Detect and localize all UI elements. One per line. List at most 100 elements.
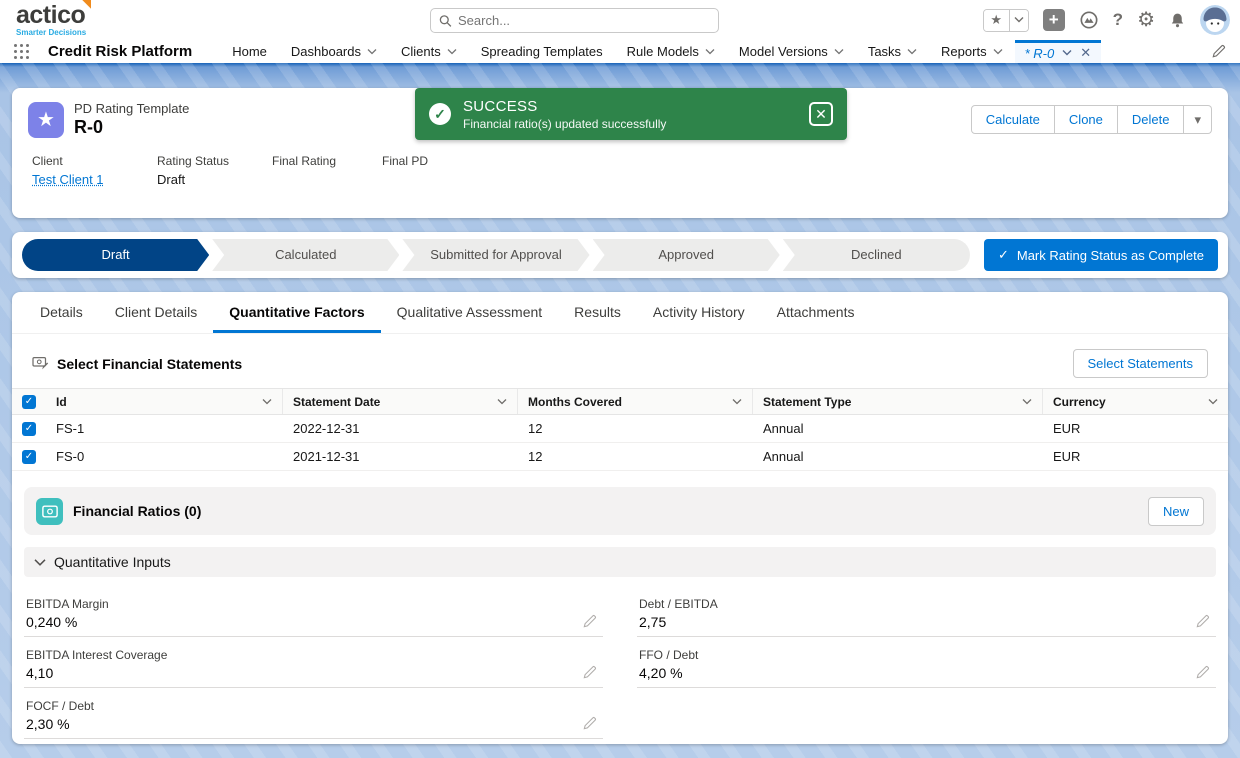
actico-logo: actico Smarter Decisions xyxy=(16,3,86,37)
quantitative-inputs-toggle[interactable]: Quantitative Inputs xyxy=(24,547,1216,577)
column-header-statement-type[interactable]: Statement Type xyxy=(753,389,1043,414)
tab-quantitative-factors[interactable]: Quantitative Factors xyxy=(213,292,380,333)
nav-item-label: Dashboards xyxy=(291,44,361,59)
favorites-dropdown-icon[interactable] xyxy=(1009,10,1028,31)
tab-details[interactable]: Details xyxy=(24,292,99,333)
input-field-label: FOCF / Debt xyxy=(26,699,577,713)
record-type-label: PD Rating Template xyxy=(74,101,189,116)
column-header-currency[interactable]: Currency xyxy=(1043,389,1228,414)
statements-section-header: Select Financial Statements Select State… xyxy=(32,349,1208,378)
help-icon[interactable]: ? xyxy=(1113,10,1123,30)
app-root: { "colors":{ "accent":"#0176d3","success… xyxy=(0,0,1240,758)
toast-message: Financial ratio(s) updated successfully xyxy=(463,117,666,131)
nav-chevron-icon xyxy=(834,49,844,55)
input-field-label: Debt / EBITDA xyxy=(639,597,1190,611)
app-name: Credit Risk Platform xyxy=(48,43,192,60)
global-search[interactable] xyxy=(430,8,719,33)
clone-button[interactable]: Clone xyxy=(1055,105,1118,134)
input-field-ffo-debt: FFO / Debt 4,20 % xyxy=(637,648,1216,688)
row-checkbox[interactable]: ✓ xyxy=(22,422,36,436)
nav-item-reports[interactable]: Reports xyxy=(929,40,1015,63)
field-label: Final Rating xyxy=(272,154,356,168)
select-statements-button[interactable]: Select Statements xyxy=(1073,349,1209,378)
global-header: actico Smarter Decisions ★ + ? ⚙ xyxy=(0,0,1240,40)
record-highlight-fields: Client Test Client 1 Rating Status Draft F… xyxy=(28,154,1212,188)
field-value: Draft xyxy=(157,172,246,188)
detail-tabs: DetailsClient DetailsQuantitative Factor… xyxy=(12,292,1228,334)
tab-activity-history[interactable]: Activity History xyxy=(637,292,761,333)
path-stage-declined[interactable]: Declined xyxy=(783,239,970,271)
favorites-star-icon[interactable]: ★ xyxy=(984,10,1009,31)
statements-table-body: ✓FS-12022-12-3112AnnualEUR✓FS-02021-12-3… xyxy=(12,415,1228,471)
cell-statement-date: 2021-12-31 xyxy=(283,449,518,464)
app-launcher-icon[interactable] xyxy=(14,44,36,60)
cell-months-covered: 12 xyxy=(518,449,753,464)
toast-close-icon[interactable]: ✕ xyxy=(809,102,833,126)
trailhead-icon[interactable] xyxy=(1079,10,1099,30)
page-content: ★ PD Rating Template R-0 CalculateCloneD… xyxy=(0,63,1240,758)
column-header-months-covered[interactable]: Months Covered xyxy=(518,389,753,414)
mark-status-complete-button[interactable]: ✓ Mark Rating Status as Complete xyxy=(984,239,1218,271)
tab-attachments[interactable]: Attachments xyxy=(761,292,871,333)
input-field-label: EBITDA Interest Coverage xyxy=(26,648,577,662)
table-row-fs-0[interactable]: ✓FS-02021-12-3112AnnualEUR xyxy=(12,443,1228,471)
nav-item-label: Tasks xyxy=(868,44,901,59)
path-stage-draft[interactable]: Draft xyxy=(22,239,209,271)
path-stage-submitted-for-approval[interactable]: Submitted for Approval xyxy=(402,239,589,271)
nav-item-dashboards[interactable]: Dashboards xyxy=(279,40,389,63)
statements-table: ✓ IdStatement DateMonths CoveredStatement… xyxy=(12,388,1228,471)
column-menu-chevron-icon xyxy=(262,399,272,405)
nav-item-label: Clients xyxy=(401,44,441,59)
path-stage-approved[interactable]: Approved xyxy=(593,239,780,271)
tab-client-details[interactable]: Client Details xyxy=(99,292,213,333)
workspace-tab-close-icon[interactable]: ✕ xyxy=(1080,45,1091,61)
edit-pencil-icon[interactable] xyxy=(583,716,597,730)
statements-section-title: Select Financial Statements xyxy=(57,356,242,372)
nav-item-home[interactable]: Home xyxy=(220,40,279,63)
field-value xyxy=(272,172,356,188)
avatar[interactable] xyxy=(1200,5,1230,35)
tab-results[interactable]: Results xyxy=(558,292,637,333)
cell-months-covered: 12 xyxy=(518,421,753,436)
workspace-tab-r0[interactable]: * R-0 ✕ xyxy=(1015,40,1102,63)
input-field-focf-debt: FOCF / Debt 2,30 % xyxy=(24,699,603,739)
table-row-fs-1[interactable]: ✓FS-12022-12-3112AnnualEUR xyxy=(12,415,1228,443)
edit-pencil-icon[interactable] xyxy=(1196,665,1210,679)
input-field-value: 2,30 % xyxy=(26,716,577,733)
edit-pencil-icon[interactable] xyxy=(1196,614,1210,628)
field-client: Client Test Client 1 xyxy=(32,154,131,188)
setup-gear-icon[interactable]: ⚙ xyxy=(1137,10,1155,30)
section-chevron-icon xyxy=(34,559,46,566)
search-input[interactable] xyxy=(458,13,710,28)
field-value[interactable]: Test Client 1 xyxy=(32,172,131,188)
row-checkbox[interactable]: ✓ xyxy=(22,450,36,464)
cell-currency: EUR xyxy=(1043,421,1228,436)
add-icon[interactable]: + xyxy=(1043,9,1065,31)
delete-button[interactable]: Delete xyxy=(1118,105,1185,134)
nav-item-clients[interactable]: Clients xyxy=(389,40,469,63)
column-header-id[interactable]: Id xyxy=(46,389,283,414)
edit-pencil-icon[interactable] xyxy=(583,614,597,628)
select-all-checkbox[interactable]: ✓ xyxy=(22,395,36,409)
edit-pencil-icon[interactable] xyxy=(583,665,597,679)
input-field-ebitda-interest-coverage: EBITDA Interest Coverage 4,10 xyxy=(24,648,603,688)
notifications-bell-icon[interactable] xyxy=(1169,11,1186,29)
nav-item-tasks[interactable]: Tasks xyxy=(856,40,929,63)
nav-item-model-versions[interactable]: Model Versions xyxy=(727,40,856,63)
nav-item-spreading-templates[interactable]: Spreading Templates xyxy=(469,40,615,63)
nav-item-rule-models[interactable]: Rule Models xyxy=(615,40,727,63)
favorites-combo: ★ xyxy=(983,9,1029,32)
edit-nav-pencil-icon[interactable] xyxy=(1212,44,1226,61)
new-ratio-button[interactable]: New xyxy=(1148,497,1204,526)
financial-ratios-title: Financial Ratios (0) xyxy=(73,503,201,519)
workspace-tab-chevron-icon[interactable] xyxy=(1062,50,1072,56)
field-label: Rating Status xyxy=(157,154,246,168)
more-actions-button[interactable]: ▾ xyxy=(1184,105,1212,134)
column-menu-chevron-icon xyxy=(497,399,507,405)
tab-qualitative-assessment[interactable]: Qualitative Assessment xyxy=(381,292,559,333)
column-header-statement-date[interactable]: Statement Date xyxy=(283,389,518,414)
path-stage-calculated[interactable]: Calculated xyxy=(212,239,399,271)
nav-chevron-icon xyxy=(907,49,917,55)
nav-item-label: Home xyxy=(232,44,267,59)
calculate-button[interactable]: Calculate xyxy=(971,105,1055,134)
